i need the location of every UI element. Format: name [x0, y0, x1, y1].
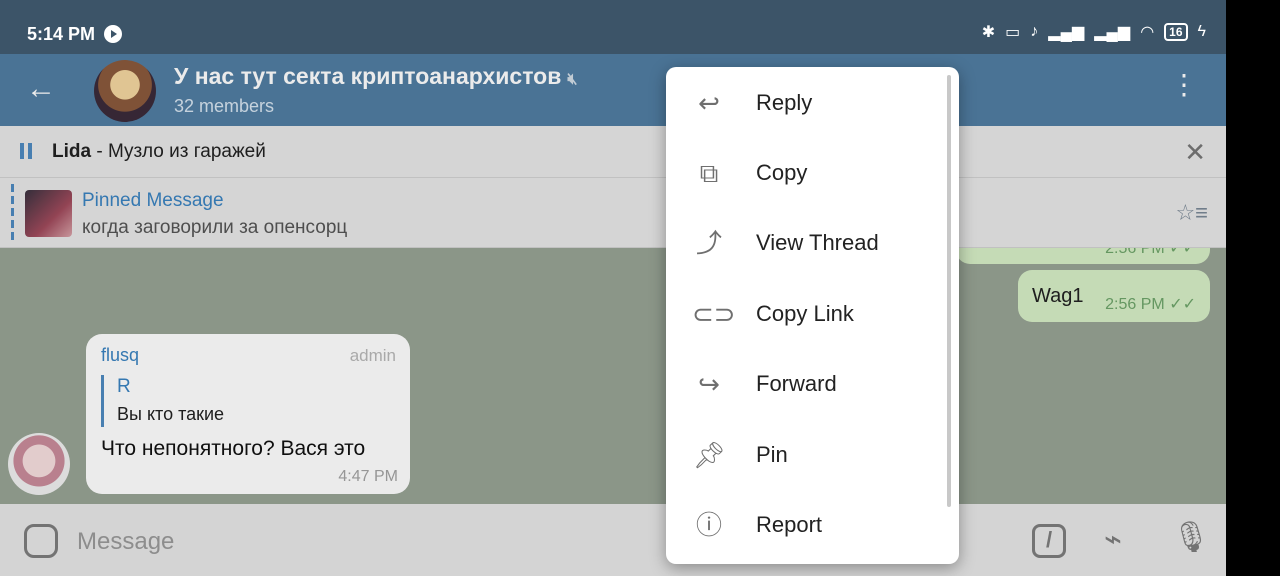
wifi-icon: ◠ [1140, 24, 1155, 41]
menu-backdrop[interactable] [0, 54, 1226, 576]
navigation-strip [1226, 0, 1280, 576]
charging-icon: ϟ [1197, 23, 1206, 40]
copy-icon: ⧉ [699, 158, 719, 188]
media-playing-icon [104, 25, 122, 43]
menu-item-copy[interactable]: ⧉ Copy [666, 137, 959, 207]
menu-item-label: Copy [756, 160, 808, 185]
signal-icon: ▂▄▆ [1048, 24, 1085, 41]
battery-icon: 16 [1164, 23, 1188, 41]
status-time: 5:14 PM [27, 24, 96, 44]
link-icon: ⊂⊃ [692, 299, 736, 329]
signal-icon-2: ▂▄▆ [1094, 24, 1131, 41]
menu-item-label: View Thread [756, 230, 879, 255]
thread-icon: ⤴ [695, 228, 722, 258]
reply-icon: ↩ [698, 88, 720, 118]
menu-item-forward[interactable]: ↪ Forward [666, 348, 959, 418]
menu-item-label: Copy Link [756, 301, 854, 326]
message-context-menu: ↩ Reply ⧉ Copy ⤴ View Thread ⊂⊃ Copy Lin… [666, 67, 959, 564]
telegram-screen: 5:14 PM ✱ ▭ ♪ ▂▄▆ ▂▄▆ ◠ 16 ϟ ← У нас тут… [0, 0, 1226, 576]
report-icon: ⓘ [695, 510, 722, 540]
status-icons: ✱ ▭ ♪ ▂▄▆ ▂▄▆ ◠ 16 ϟ [982, 22, 1206, 42]
menu-item-pin[interactable]: 📌︎ Pin [666, 419, 959, 489]
bell-muted-icon: ♪ [1030, 23, 1039, 40]
pin-icon: 📌︎ [692, 440, 726, 470]
menu-item-report[interactable]: ⓘ Report [666, 489, 959, 559]
menu-item-view-thread[interactable]: ⤴ View Thread [666, 207, 959, 277]
menu-item-label: Forward [756, 371, 837, 396]
menu-item-label: Pin [756, 442, 788, 467]
menu-item-label: Report [756, 512, 823, 537]
menu-item-reply[interactable]: ↩ Reply [666, 67, 959, 137]
status-bar: 5:14 PM ✱ ▭ ♪ ▂▄▆ ▂▄▆ ◠ 16 ϟ [0, 0, 1226, 54]
forward-icon: ↪ [698, 369, 720, 399]
menu-item-label: Reply [756, 90, 813, 115]
menu-scrollbar[interactable] [947, 75, 951, 507]
vibrate-icon: ▭ [1005, 24, 1021, 41]
menu-item-copy-link[interactable]: ⊂⊃ Copy Link [666, 278, 959, 348]
bluetooth-icon: ✱ [981, 24, 996, 41]
